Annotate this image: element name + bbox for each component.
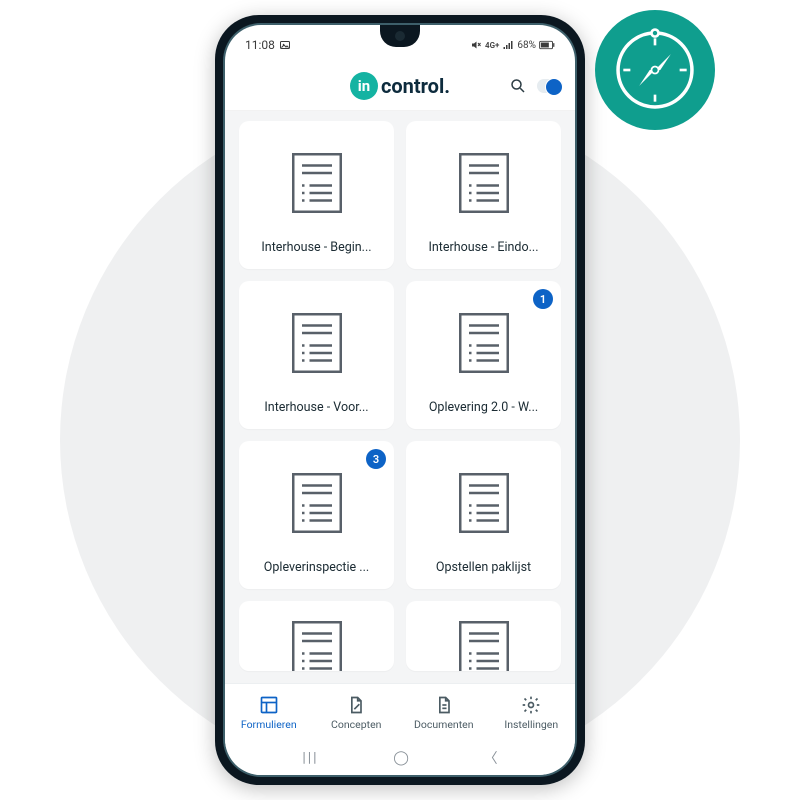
document-icon	[292, 313, 342, 377]
nav-formulieren[interactable]: Formulieren	[225, 684, 313, 741]
form-tile[interactable]: Interhouse - Eindo...	[406, 121, 561, 269]
search-icon[interactable]	[509, 77, 527, 95]
nav-instellingen[interactable]: Instellingen	[488, 684, 576, 741]
tile-label: Opleverinspectie ...	[239, 560, 394, 575]
tile-badge: 1	[533, 289, 553, 309]
tile-label: Interhouse - Voor...	[239, 400, 394, 415]
document-icon	[292, 153, 342, 217]
image-indicator-icon	[279, 39, 291, 51]
form-tile[interactable]	[239, 601, 394, 671]
nav-label: Formulieren	[241, 718, 297, 731]
phone-frame: 11:08 4G+ 68% in control.	[215, 15, 585, 785]
document-icon	[292, 621, 342, 671]
nav-label: Instellingen	[504, 718, 558, 731]
logo-bubble: in	[350, 72, 378, 100]
form-tile[interactable]	[406, 601, 561, 671]
bottom-nav: Formulieren Concepten Documenten Instell…	[225, 683, 575, 741]
network-type-label: 4G+	[485, 41, 499, 50]
app-logo: in control.	[350, 72, 450, 100]
document-icon	[459, 621, 509, 671]
document-icon	[459, 313, 509, 377]
document-icon	[459, 473, 509, 537]
tile-label: Interhouse - Eindo...	[406, 240, 561, 255]
compass-badge	[595, 10, 715, 130]
back-button[interactable]: 〈	[484, 748, 498, 768]
battery-icon	[539, 40, 555, 50]
nav-label: Concepten	[331, 718, 381, 731]
documents-icon	[434, 695, 454, 715]
tile-label: Oplevering 2.0 - W...	[406, 400, 561, 415]
document-icon	[459, 153, 509, 217]
tile-label: Opstellen paklijst	[406, 560, 561, 575]
signal-icon	[502, 39, 514, 51]
form-tile[interactable]: Interhouse - Begin...	[239, 121, 394, 269]
tile-label: Interhouse - Begin...	[239, 240, 394, 255]
form-tile[interactable]: Opstellen paklijst	[406, 441, 561, 589]
document-icon	[292, 473, 342, 537]
nav-concepten[interactable]: Concepten	[313, 684, 401, 741]
gear-icon	[521, 695, 541, 715]
logo-wordmark: control.	[381, 74, 450, 98]
forms-icon	[259, 695, 279, 715]
recent-apps-button[interactable]: |||	[302, 750, 318, 766]
nav-documenten[interactable]: Documenten	[400, 684, 488, 741]
online-toggle[interactable]	[537, 79, 563, 93]
system-nav: ||| ◯ 〈	[225, 741, 575, 775]
tile-badge: 3	[366, 449, 386, 469]
home-button[interactable]: ◯	[393, 750, 409, 766]
compass-icon	[611, 26, 699, 114]
status-time: 11:08	[245, 38, 275, 52]
app-header: in control.	[225, 61, 575, 111]
mute-icon	[470, 39, 482, 51]
drafts-icon	[346, 695, 366, 715]
form-tile[interactable]: 1 Oplevering 2.0 - W...	[406, 281, 561, 429]
forms-grid-container[interactable]: Interhouse - Begin... Interhouse - Eindo…	[225, 111, 575, 683]
form-tile[interactable]: Interhouse - Voor...	[239, 281, 394, 429]
form-tile[interactable]: 3 Opleverinspectie ...	[239, 441, 394, 589]
nav-label: Documenten	[414, 718, 474, 731]
battery-percent: 68%	[517, 40, 536, 51]
